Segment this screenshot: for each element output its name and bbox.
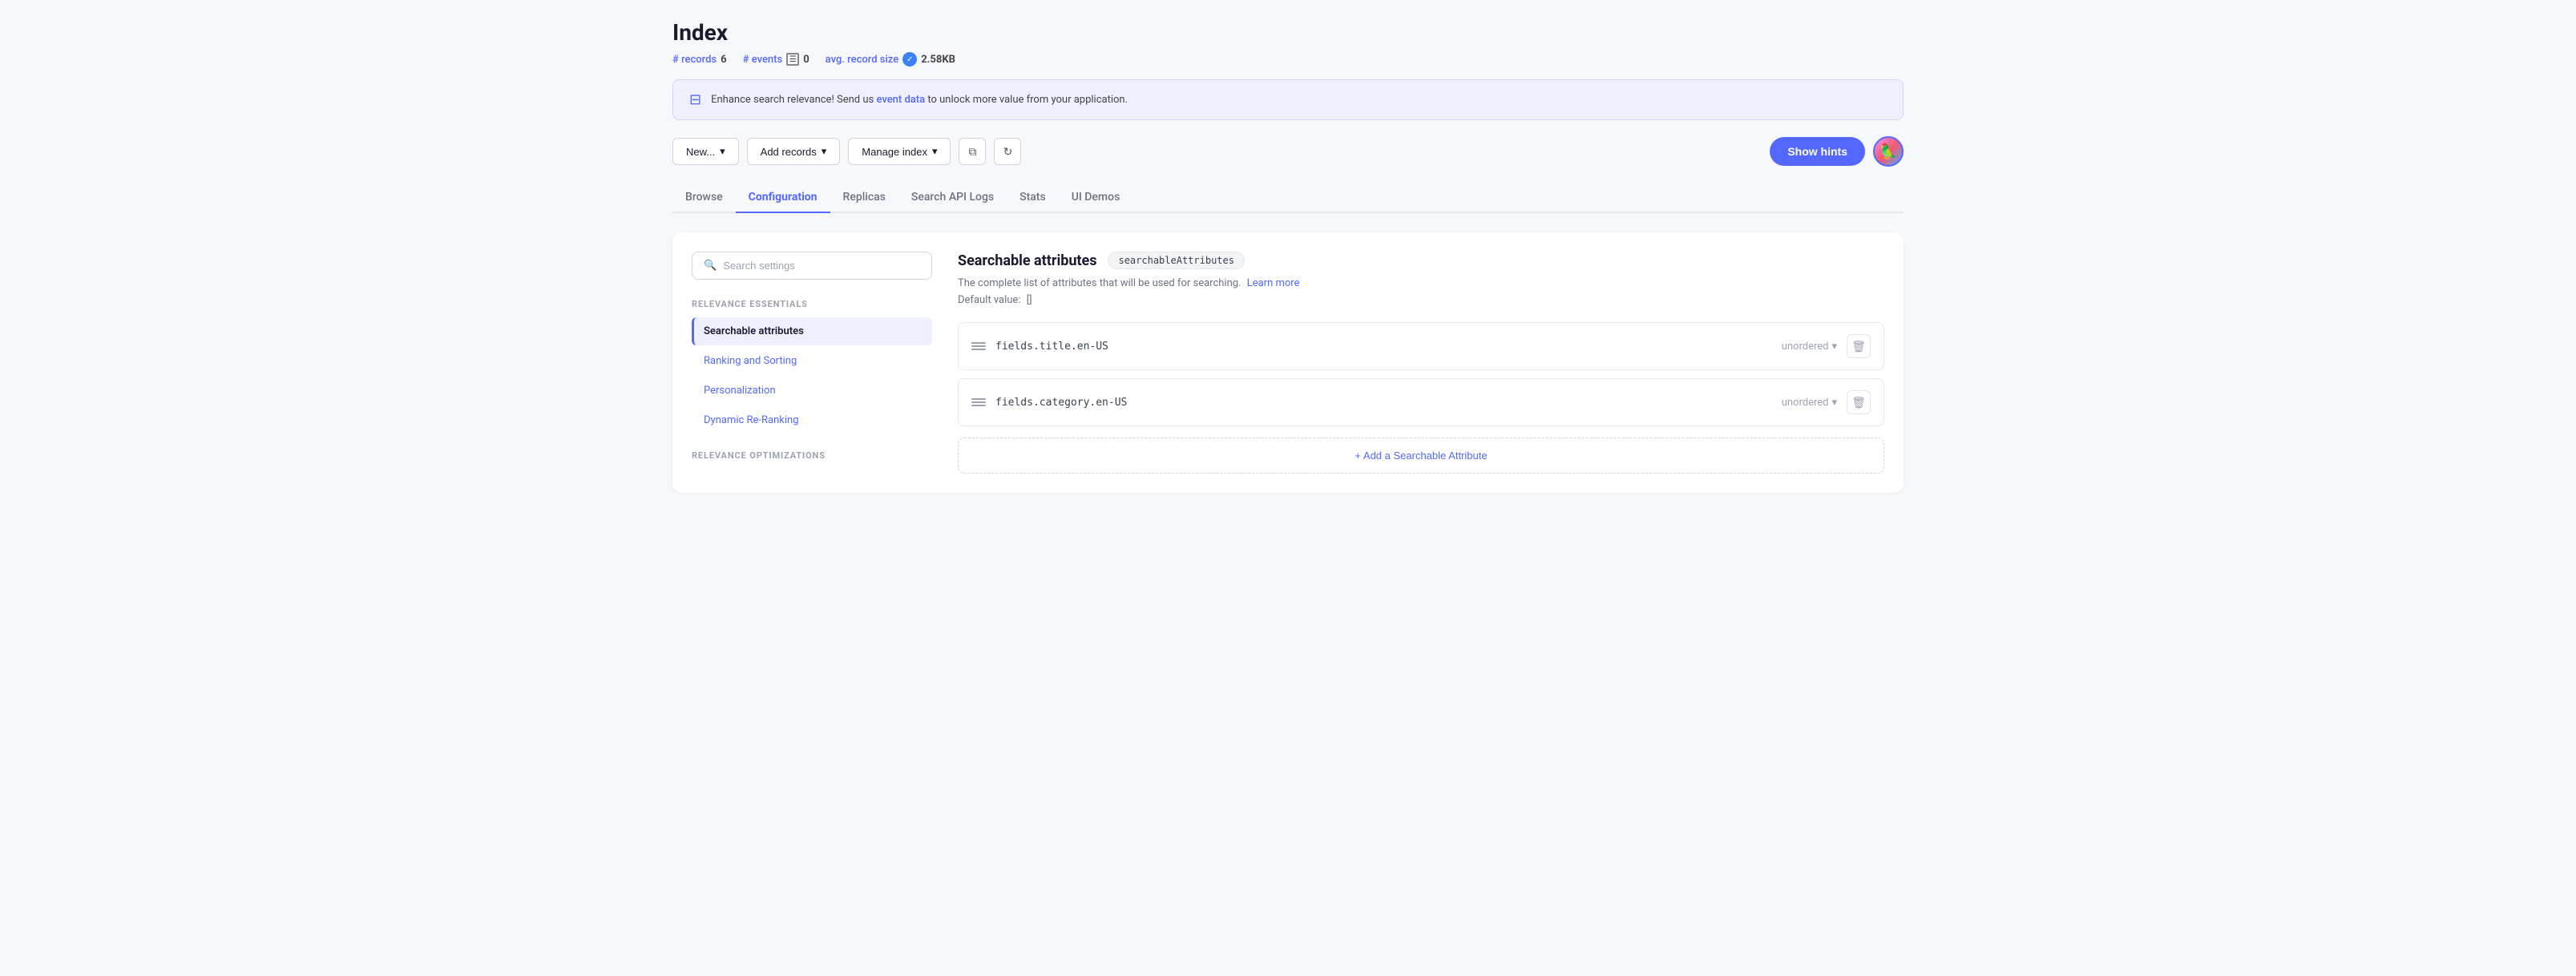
avg-size-label: avg. record size (826, 54, 899, 66)
page-title: Index (672, 19, 1904, 46)
tab-browse[interactable]: Browse (672, 183, 736, 213)
enhance-banner: ⊟ Enhance search relevance! Send us even… (672, 79, 1904, 120)
attribute-row-2: fields.category.en-US unordered ▾ 🗑 (958, 378, 1884, 426)
relevance-essentials-section: RELEVANCE ESSENTIALS Searchable attribut… (692, 299, 932, 434)
content-layout: 🔍 RELEVANCE ESSENTIALS Searchable attrib… (672, 232, 1904, 493)
relevance-optimizations-section: RELEVANCE OPTIMIZATIONS (692, 450, 932, 461)
tab-replicas[interactable]: Replicas (830, 183, 898, 213)
events-value: 0 (803, 54, 809, 66)
stat-events: # events ☰ 0 (743, 53, 810, 66)
search-icon: 🔍 (704, 260, 717, 272)
tab-search-api-logs[interactable]: Search API Logs (898, 183, 1007, 213)
delete-attribute-1-button[interactable]: 🗑 (1847, 334, 1871, 358)
toolbar-right: Show hints 🦜 (1770, 136, 1904, 167)
stat-avg-size: avg. record size ✓ 2.58KB (826, 52, 955, 67)
delete-attribute-2-button[interactable]: 🗑 (1847, 390, 1871, 414)
tab-configuration[interactable]: Configuration (736, 183, 830, 213)
avatar[interactable]: 🦜 (1873, 136, 1904, 167)
toolbar-left: New... ▾ Add records ▾ Manage index ▾ ⧉ … (672, 138, 1021, 165)
records-value: 6 (721, 54, 726, 66)
chevron-down-icon: ▾ (1831, 341, 1837, 353)
toolbar: New... ▾ Add records ▾ Manage index ▾ ⧉ … (672, 136, 1904, 167)
banner-text: Enhance search relevance! Send us event … (711, 94, 1128, 106)
attribute-name-2: fields.category.en-US (995, 397, 1772, 409)
learn-more-link[interactable]: Learn more (1247, 277, 1300, 289)
drag-handle-1[interactable] (971, 342, 986, 350)
stat-records: # records 6 (672, 54, 727, 66)
sidebar-item-dynamic-re-ranking[interactable]: Dynamic Re-Ranking (692, 406, 932, 434)
attribute-row-1: fields.title.en-US unordered ▾ 🗑 (958, 322, 1884, 370)
add-records-button[interactable]: Add records ▾ (747, 138, 841, 165)
avg-size-value: 2.58KB (921, 54, 955, 66)
setting-title: Searchable attributes (958, 252, 1096, 269)
attribute-order-2[interactable]: unordered ▾ (1782, 397, 1837, 409)
sidebar-item-personalization[interactable]: Personalization (692, 377, 932, 405)
check-icon: ✓ (902, 52, 917, 67)
attribute-order-1[interactable]: unordered ▾ (1782, 341, 1837, 353)
sidebar: 🔍 RELEVANCE ESSENTIALS Searchable attrib… (692, 252, 932, 474)
event-data-link[interactable]: event data (876, 94, 925, 106)
new-button[interactable]: New... ▾ (672, 138, 739, 165)
events-label: # events (743, 54, 783, 66)
search-settings-input[interactable] (723, 260, 920, 272)
copy-button[interactable]: ⧉ (959, 138, 986, 165)
tab-stats[interactable]: Stats (1007, 183, 1059, 213)
search-settings-container[interactable]: 🔍 (692, 252, 932, 280)
setting-default: Default value: [] (958, 294, 1884, 306)
records-label: # records (672, 54, 717, 66)
chevron-down-icon: ▾ (932, 145, 938, 158)
chevron-down-icon: ▾ (1831, 397, 1837, 409)
setting-header: Searchable attributes searchableAttribut… (958, 252, 1884, 269)
section-title-relevance-essentials: RELEVANCE ESSENTIALS (692, 299, 932, 309)
chevron-down-icon: ▾ (822, 145, 827, 158)
setting-badge: searchableAttributes (1108, 252, 1245, 269)
main-panel: Searchable attributes searchableAttribut… (958, 252, 1884, 474)
sidebar-item-ranking-sorting[interactable]: Ranking and Sorting (692, 347, 932, 375)
drag-handle-2[interactable] (971, 398, 986, 406)
banner-icon: ⊟ (689, 91, 701, 108)
refresh-button[interactable]: ↻ (994, 138, 1021, 165)
events-icon: ☰ (786, 53, 799, 66)
show-hints-button[interactable]: Show hints (1770, 137, 1865, 166)
tabs: Browse Configuration Replicas Search API… (672, 183, 1904, 213)
add-searchable-attribute-button[interactable]: + Add a Searchable Attribute (958, 438, 1884, 474)
attribute-name-1: fields.title.en-US (995, 341, 1772, 353)
tab-ui-demos[interactable]: UI Demos (1059, 183, 1133, 213)
section-title-relevance-optimizations: RELEVANCE OPTIMIZATIONS (692, 450, 932, 461)
manage-index-button[interactable]: Manage index ▾ (848, 138, 951, 165)
setting-description: The complete list of attributes that wil… (958, 277, 1884, 289)
stats-row: # records 6 # events ☰ 0 avg. record siz… (672, 52, 1904, 67)
sidebar-item-searchable-attributes[interactable]: Searchable attributes (692, 317, 932, 345)
chevron-down-icon: ▾ (720, 145, 725, 158)
